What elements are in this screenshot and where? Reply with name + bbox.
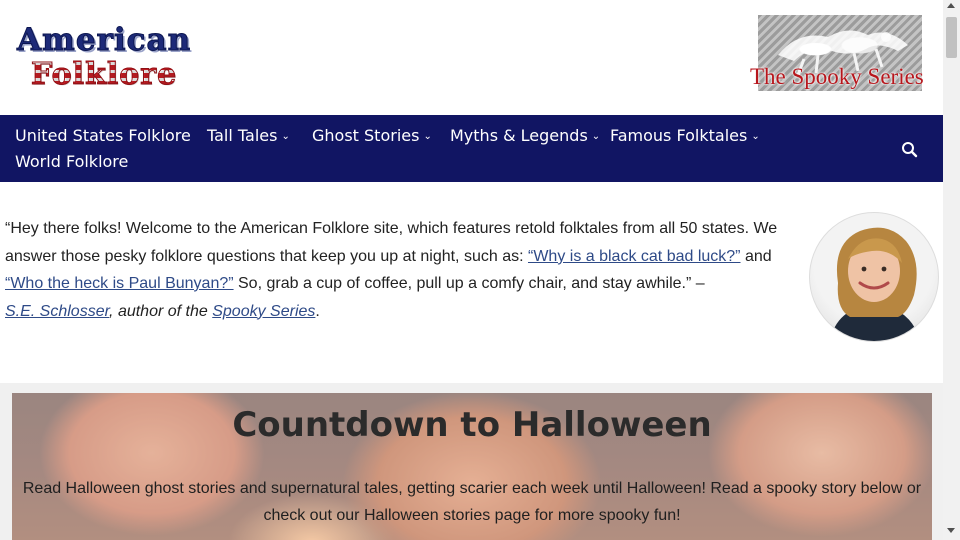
- black-cat-question-link[interactable]: “Why is a black cat bad luck?”: [528, 248, 741, 265]
- nav-label: Tall Tales: [207, 126, 278, 145]
- site-header: American Folklore The Spooky Series: [0, 0, 943, 115]
- chevron-down-icon: ⌄: [423, 131, 432, 142]
- spooky-series-banner[interactable]: The Spooky Series: [750, 15, 928, 93]
- welcome-intro: “Hey there folks! Welcome to the America…: [5, 215, 795, 325]
- author-link[interactable]: S.E. Schlosser: [5, 303, 109, 320]
- main-navigation: United States Folklore Tall Tales ⌄ Ghost…: [0, 115, 943, 182]
- halloween-description: Read Halloween ghost stories and superna…: [22, 480, 922, 524]
- logo-line-folklore: Folklore: [30, 57, 178, 93]
- spooky-series-title: The Spooky Series: [750, 64, 924, 89]
- chevron-down-icon: ⌄: [281, 131, 290, 142]
- nav-item-tall-tales[interactable]: Tall Tales ⌄: [207, 126, 290, 149]
- nav-item-united-states-folklore[interactable]: United States Folklore: [15, 126, 191, 146]
- search-icon[interactable]: [900, 140, 920, 160]
- nav-label: World Folklore: [15, 152, 129, 171]
- intro-text: So, grab a cup of coffee, pull up a comf…: [233, 275, 705, 292]
- author-avatar: [809, 212, 939, 342]
- nav-item-myths-legends[interactable]: Myths & Legends ⌄: [450, 126, 600, 149]
- page-scrollbar[interactable]: [943, 0, 960, 540]
- american-folklore-logo[interactable]: American Folklore: [16, 22, 202, 96]
- signature-text: , author of the: [109, 302, 213, 320]
- nav-label: Ghost Stories: [312, 126, 420, 145]
- logo-line-american: American: [16, 22, 192, 59]
- nav-item-ghost-stories[interactable]: Ghost Stories ⌄: [312, 126, 432, 149]
- paul-bunyan-question-link[interactable]: “Who the heck is Paul Bunyan?”: [5, 275, 234, 292]
- intro-text: and: [740, 247, 772, 265]
- intro-text: .: [315, 302, 320, 320]
- nav-label: Myths & Legends: [450, 126, 588, 145]
- scroll-up-arrow-icon[interactable]: [947, 3, 955, 8]
- signature: S.E. Schlosser, author of the Spooky Ser…: [5, 303, 315, 320]
- chevron-down-icon: ⌄: [591, 131, 601, 142]
- nav-item-world-folklore[interactable]: World Folklore: [15, 152, 128, 172]
- chevron-down-icon: ⌄: [751, 131, 760, 142]
- nav-item-famous-folktales[interactable]: Famous Folktales ⌄: [610, 126, 760, 149]
- halloween-heading: Countdown to Halloween: [232, 405, 712, 445]
- scroll-thumb[interactable]: [946, 17, 957, 58]
- spooky-series-link[interactable]: Spooky Series: [212, 303, 315, 320]
- nav-label: Famous Folktales: [610, 126, 748, 145]
- nav-label: United States Folklore: [15, 126, 191, 145]
- halloween-countdown-section: Countdown to Halloween Read Halloween gh…: [12, 393, 932, 540]
- scroll-down-arrow-icon[interactable]: [947, 528, 955, 533]
